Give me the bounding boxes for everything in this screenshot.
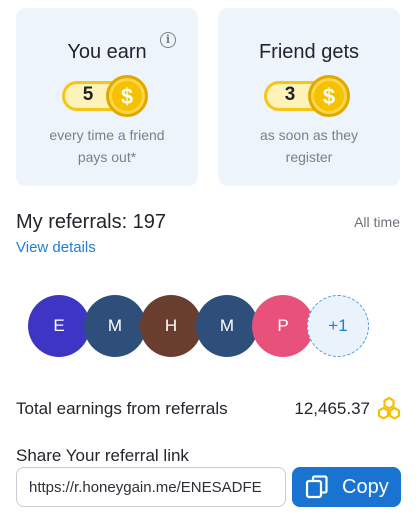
referral-link-input[interactable] [16, 467, 286, 507]
dollar-coin-icon: $ [106, 75, 148, 117]
friend-gets-description-line1: as soon as they [259, 127, 359, 143]
copy-icon [305, 475, 328, 499]
earn-amount-badge: 5 $ [62, 75, 148, 117]
avatar[interactable]: M [84, 295, 146, 357]
avatar[interactable]: H [140, 295, 202, 357]
total-earnings-label: Total earnings from referrals [16, 399, 228, 418]
friend-gets-description-line2: register [285, 149, 333, 165]
avatar[interactable]: M [196, 295, 258, 357]
friend-amount-badge: 3 $ [264, 75, 350, 117]
earn-amount: 5 [82, 84, 94, 105]
info-icon[interactable]: i [160, 32, 176, 48]
friend-gets-description: as soon as they register [228, 124, 390, 168]
avatar[interactable]: E [28, 295, 90, 357]
dollar-coin-icon: $ [308, 75, 350, 117]
you-earn-description-line2: pays out* [77, 149, 137, 165]
copy-button-label: Copy [342, 476, 389, 498]
view-details-link[interactable]: View details [16, 239, 96, 256]
avatar[interactable]: P [252, 295, 314, 357]
total-earnings-value: 12,465.37 [294, 399, 370, 418]
you-earn-card: You earn i 5 $ every time a friend pays … [16, 8, 198, 186]
copy-button[interactable]: Copy [292, 467, 401, 507]
period-selector[interactable]: All time [354, 214, 400, 230]
honeycomb-icon [377, 396, 401, 420]
friend-gets-title: Friend gets [258, 41, 360, 63]
referrals-title: My referrals: 197 [16, 211, 167, 233]
friend-amount: 3 [284, 84, 296, 105]
you-earn-description: every time a friend pays out* [26, 124, 188, 168]
friend-gets-card: Friend gets 3 $ as soon as they register [218, 8, 400, 186]
you-earn-description-line1: every time a friend [49, 127, 165, 143]
more-referrals-badge[interactable]: +1 [307, 295, 369, 357]
share-link-label: Share Your referral link [16, 446, 189, 465]
